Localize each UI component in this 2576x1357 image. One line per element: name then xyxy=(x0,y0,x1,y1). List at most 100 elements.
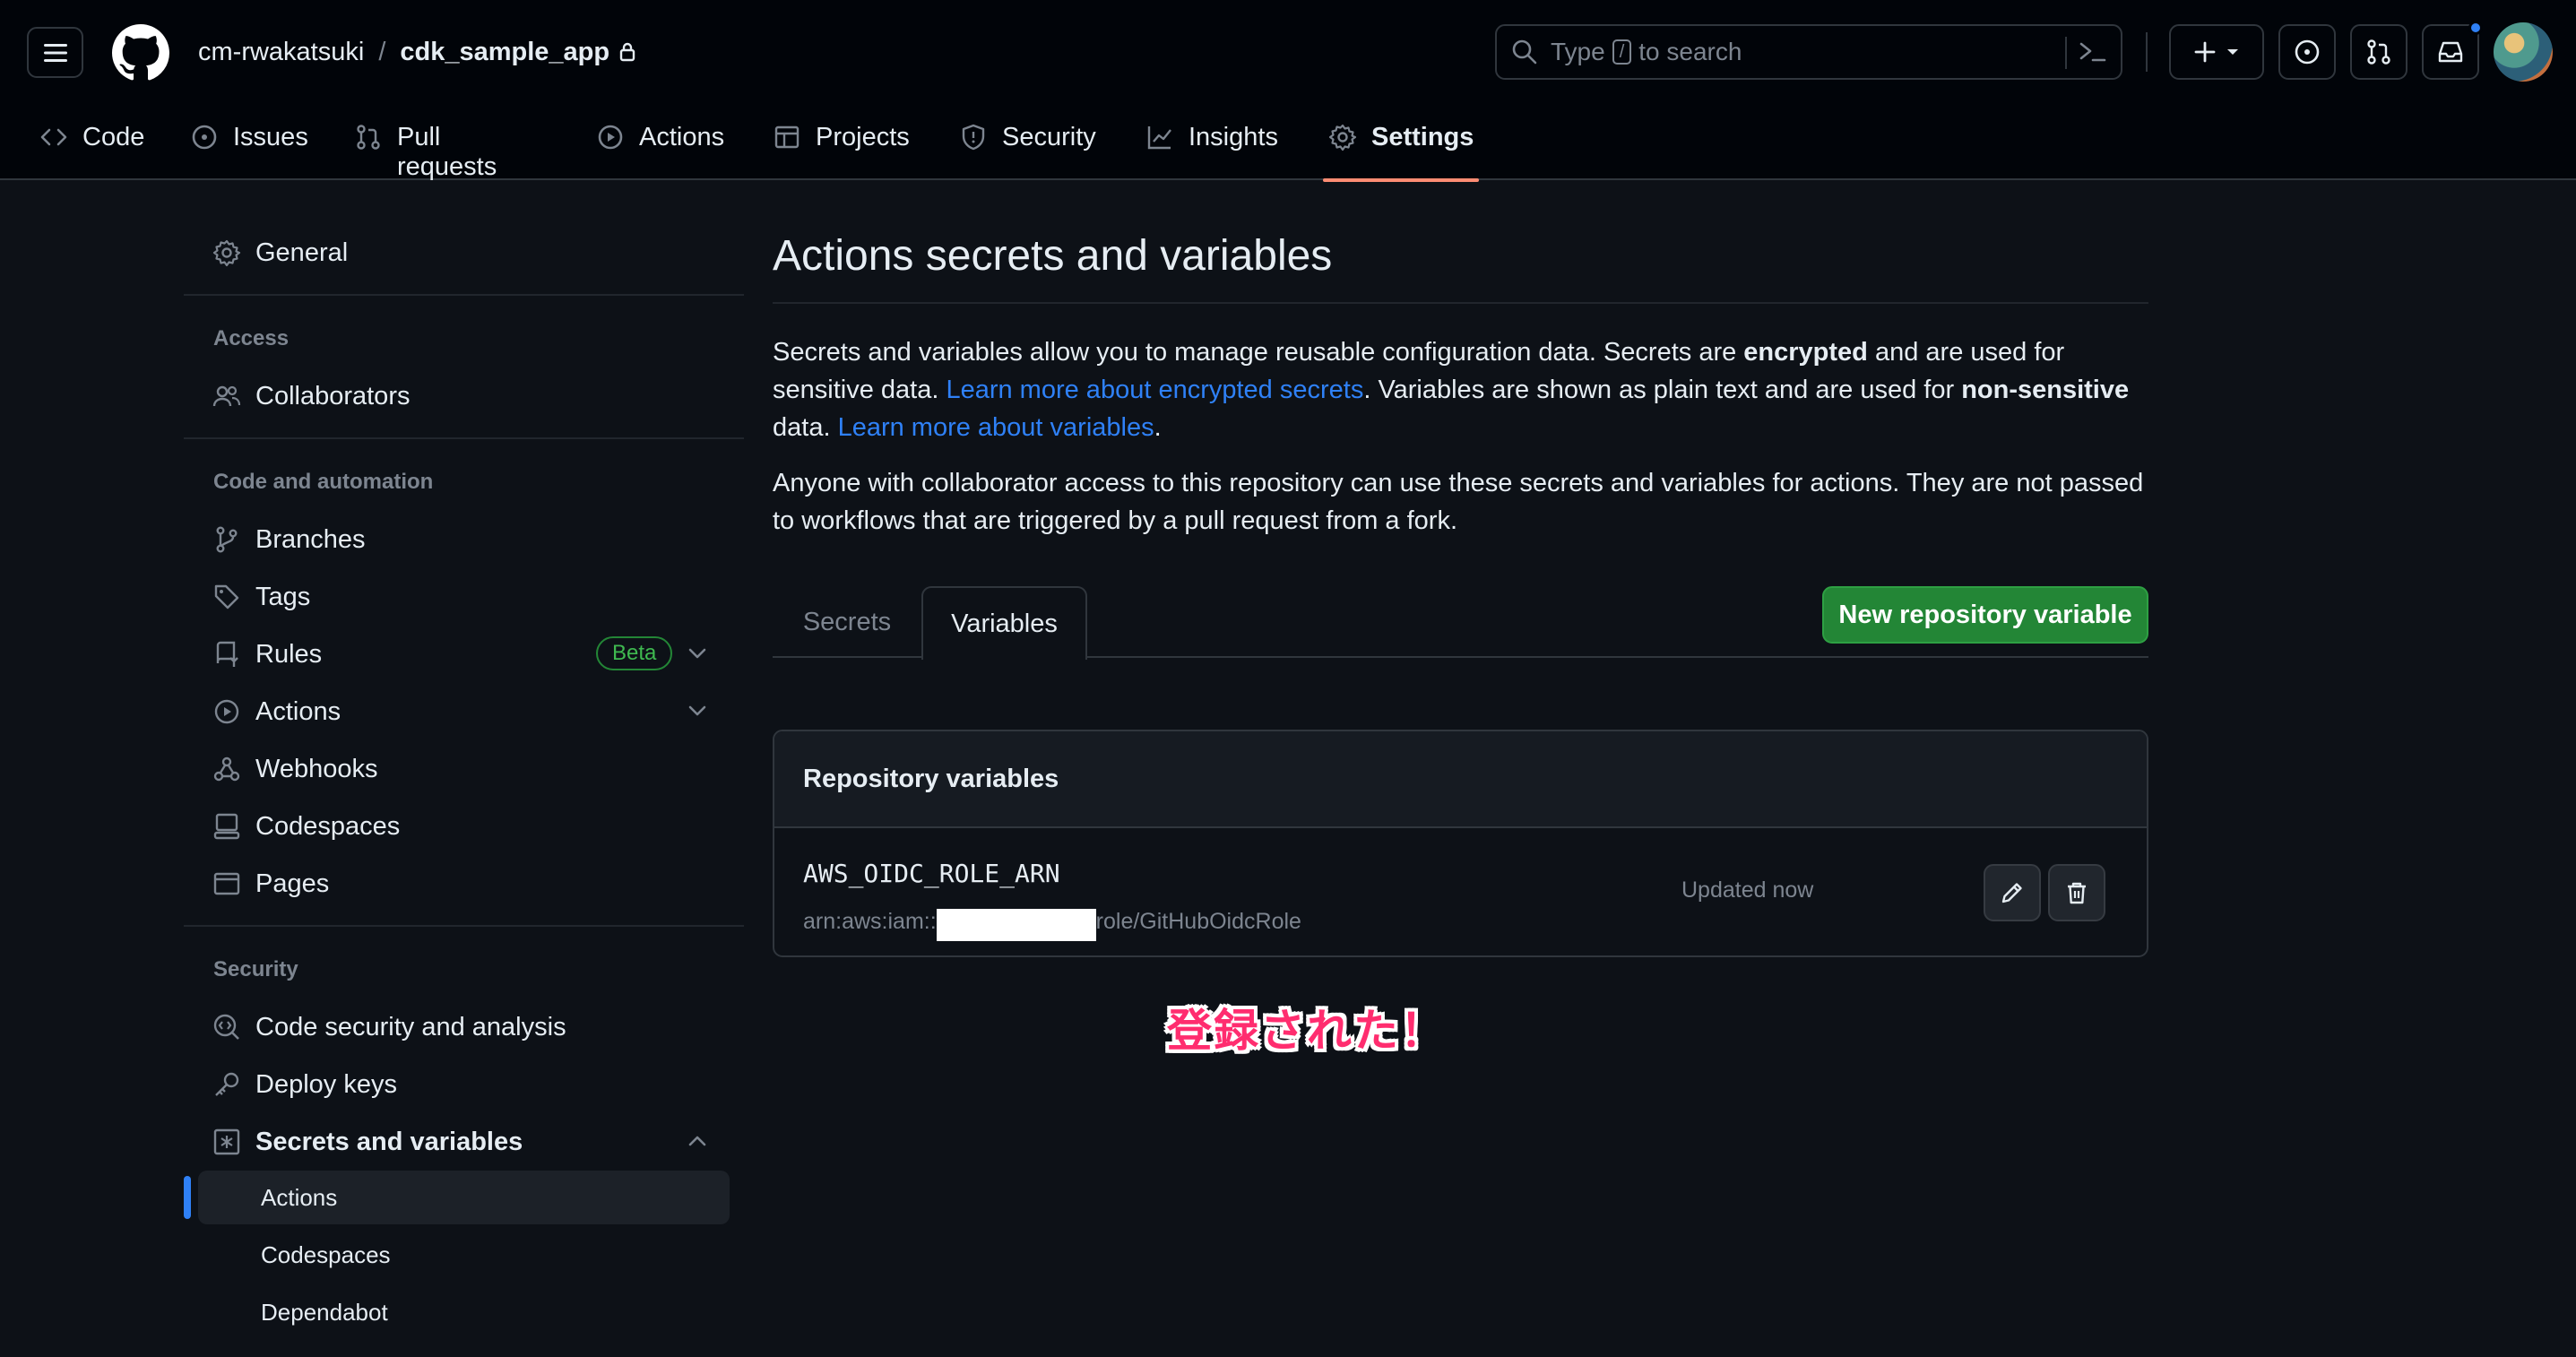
avatar[interactable] xyxy=(2494,22,2553,82)
edit-variable-button[interactable] xyxy=(1984,864,2041,921)
create-new-button[interactable] xyxy=(2169,24,2264,80)
variable-value-prefix: arn:aws:iam:: xyxy=(803,908,937,934)
sidebar-heading-access: Access xyxy=(213,326,290,350)
inbox-button[interactable] xyxy=(2422,21,2483,80)
branch-icon xyxy=(212,525,241,554)
description-text: data. xyxy=(773,413,838,442)
github-logo-icon[interactable] xyxy=(112,24,169,82)
sidebar-item-rules[interactable]: Rules Beta xyxy=(184,629,744,679)
hamburger-icon xyxy=(43,43,67,62)
search-placeholder-prefix: Type xyxy=(1551,38,1605,65)
key-asterisk-icon xyxy=(212,1128,241,1156)
delete-variable-button[interactable] xyxy=(2048,864,2105,921)
tab-actions[interactable]: Actions xyxy=(596,112,724,180)
sidebar-subitem-label: Codespaces xyxy=(261,1240,391,1268)
gear-icon xyxy=(212,238,241,267)
trash-icon xyxy=(2068,882,2086,904)
tab-variables[interactable]: Variables xyxy=(921,586,1087,660)
sidebar-item-label: Tags xyxy=(255,582,311,611)
play-icon xyxy=(212,697,241,726)
command-palette-icon[interactable] xyxy=(2078,39,2108,72)
tab-security[interactable]: Security xyxy=(959,112,1096,180)
beta-badge: Beta xyxy=(596,636,673,670)
description-text: . Variables are shown as plain text and … xyxy=(1363,376,1962,404)
sidebar-item-label: Rules xyxy=(255,639,323,669)
new-repository-variable-button[interactable]: New repository variable xyxy=(1822,586,2148,644)
sidebar-item-webhooks[interactable]: Webhooks xyxy=(184,744,744,794)
tab-secrets[interactable]: Secrets xyxy=(773,586,921,658)
sidebar-divider xyxy=(184,925,744,927)
tab-security-label: Security xyxy=(1002,123,1096,151)
play-icon xyxy=(596,123,625,151)
graph-icon xyxy=(1145,123,1174,151)
sidebar-item-general[interactable]: General xyxy=(184,228,744,278)
sidebar-item-label: Deploy keys xyxy=(255,1069,397,1099)
tab-projects[interactable]: Projects xyxy=(773,112,910,180)
sidebar-subitem-codespaces[interactable]: Codespaces xyxy=(198,1228,730,1282)
sidebar-subitem-dependabot[interactable]: Dependabot xyxy=(198,1285,730,1339)
sidebar-item-tags[interactable]: Tags xyxy=(184,572,744,622)
sidebar-item-code-security[interactable]: Code security and analysis xyxy=(184,1002,744,1052)
repo-link[interactable]: cdk_sample_app xyxy=(400,38,609,67)
codescan-icon xyxy=(212,1013,241,1042)
tab-code-label: Code xyxy=(82,123,145,151)
tab-pull-requests[interactable]: Pull requests xyxy=(354,112,497,181)
chevron-down-icon[interactable] xyxy=(686,642,709,665)
pull-requests-button[interactable] xyxy=(2350,24,2407,80)
repository-variables-heading: Repository variables xyxy=(774,731,2147,828)
pull-request-icon xyxy=(354,123,383,151)
table-icon xyxy=(773,123,801,151)
sidebar-item-codespaces[interactable]: Codespaces xyxy=(184,801,744,851)
description-bold-encrypted: encrypted xyxy=(1743,338,1868,367)
sidebar-subitem-label: Actions xyxy=(261,1183,338,1211)
sidebar-divider xyxy=(184,294,744,296)
tab-issues[interactable]: Issues xyxy=(190,112,308,180)
owner-link[interactable]: cm-rwakatsuki xyxy=(198,38,364,67)
variable-value-suffix: role/GitHubOidcRole xyxy=(1095,908,1301,934)
shield-icon xyxy=(959,123,988,151)
sidebar-item-pages[interactable]: Pages xyxy=(184,859,744,909)
sidebar-item-label: Webhooks xyxy=(255,754,378,783)
sidebar-item-label: Codespaces xyxy=(255,811,401,841)
sidebar-item-branches[interactable]: Branches xyxy=(184,514,744,565)
menu-button[interactable] xyxy=(27,27,83,78)
sidebar-subitem-label: Dependabot xyxy=(261,1298,388,1326)
search-shortcut-key: / xyxy=(1612,39,1632,65)
header-divider xyxy=(2146,32,2148,72)
description-paragraph: Secrets and variables allow you to manag… xyxy=(773,333,2148,446)
sidebar-item-label: Code security and analysis xyxy=(255,1012,566,1042)
sidebar-subitem-actions[interactable]: Actions xyxy=(184,1171,730,1224)
sidebar-item-label: Pages xyxy=(255,869,330,898)
sidebar-item-deploy-keys[interactable]: Deploy keys xyxy=(184,1059,744,1110)
variable-value: arn:aws:iam:: role/GitHubOidcRole xyxy=(803,905,1301,941)
issue-icon xyxy=(2295,39,2320,65)
tab-projects-label: Projects xyxy=(816,123,910,151)
tab-settings[interactable]: Settings xyxy=(1322,112,1480,182)
webhook-icon xyxy=(212,755,241,783)
tab-actions-label: Actions xyxy=(639,123,725,151)
search-placeholder-suffix: to search xyxy=(1638,38,1742,65)
learn-secrets-link[interactable]: Learn more about encrypted secrets xyxy=(946,376,1363,404)
chevron-up-icon[interactable] xyxy=(686,1129,709,1153)
issue-icon xyxy=(190,123,219,151)
sidebar-divider xyxy=(184,437,744,439)
issues-button[interactable] xyxy=(2278,24,2336,80)
sidebar-item-label: Actions xyxy=(255,696,341,726)
chevron-down-icon[interactable] xyxy=(686,699,709,722)
lock-icon xyxy=(618,41,636,63)
sidebar-item-secrets-variables[interactable]: Secrets and variables xyxy=(184,1117,744,1167)
page-title: Actions secrets and variables xyxy=(773,232,1333,280)
sidebar-item-collaborators[interactable]: Collaborators xyxy=(184,371,744,421)
search-icon xyxy=(1512,39,1537,65)
tab-insights[interactable]: Insights xyxy=(1145,112,1278,180)
title-divider xyxy=(773,302,2148,304)
tab-pull-requests-label: Pull requests xyxy=(397,123,497,181)
pencil-icon xyxy=(2001,883,2022,903)
search-input[interactable]: Type / to search xyxy=(1495,24,2122,80)
gear-icon xyxy=(1328,123,1357,151)
tab-code[interactable]: Code xyxy=(39,112,144,180)
description-bold-non-sensitive: non-sensitive xyxy=(1961,376,2130,404)
learn-variables-link[interactable]: Learn more about variables xyxy=(838,413,1154,442)
sidebar-item-actions[interactable]: Actions xyxy=(184,687,744,737)
sidebar-item-label: Secrets and variables xyxy=(255,1127,523,1156)
